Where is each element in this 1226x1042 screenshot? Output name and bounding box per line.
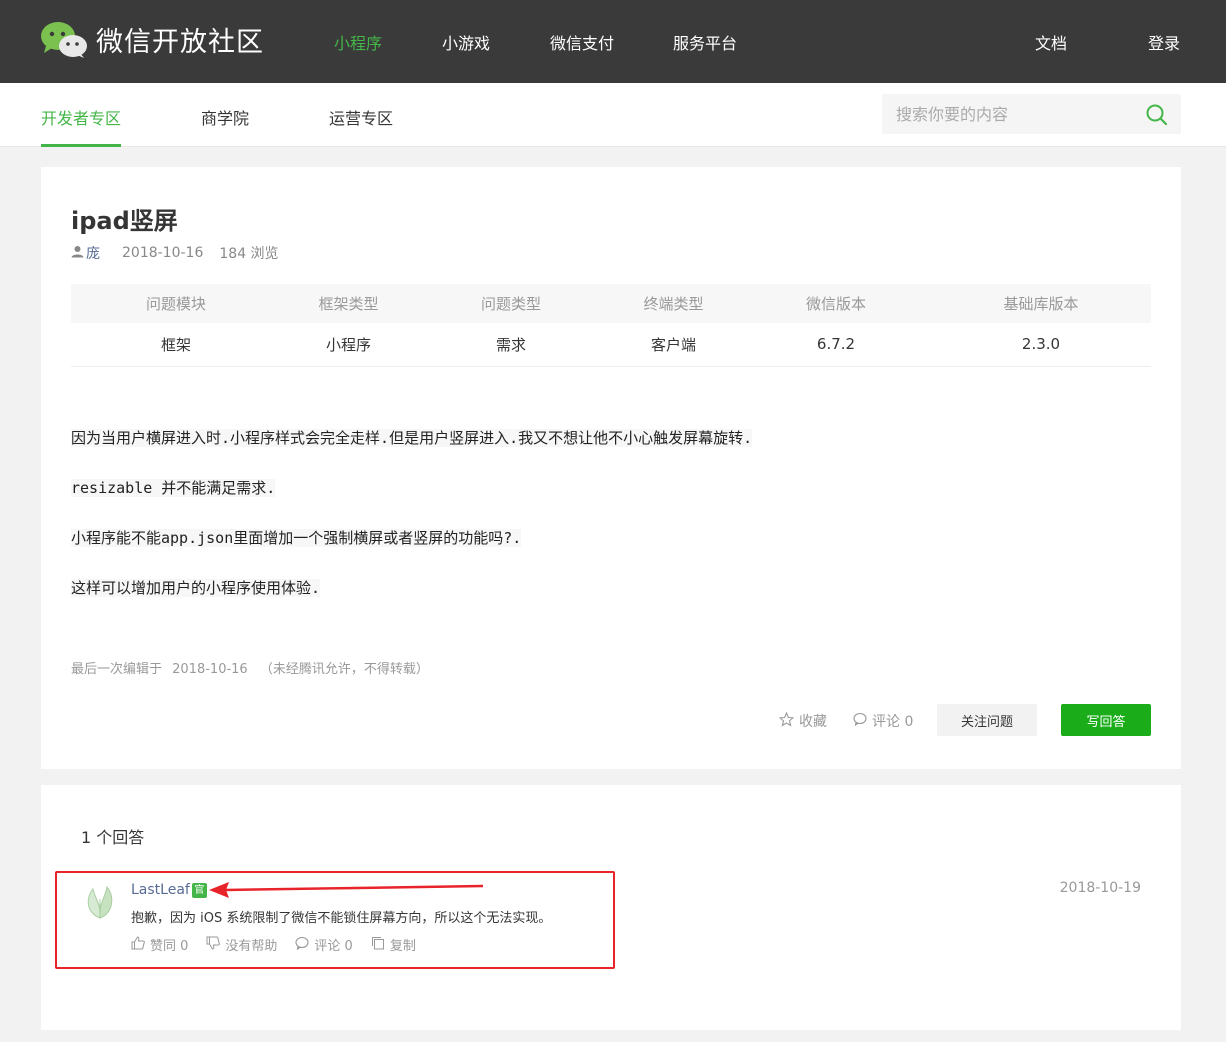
question-author[interactable]: 庞	[86, 243, 100, 263]
question-card: ipad竖屏 庞 2018-10-16 184 浏览 问题模块 框架类型 问题类…	[41, 167, 1181, 769]
body-text-3: 小程序能不能app.json里面增加一个强制横屏或者竖屏的功能吗?.	[71, 529, 522, 547]
question-meta: 庞 2018-10-16 184 浏览	[71, 243, 279, 263]
info-table-row: 框架 小程序 需求 客户端 6.7.2 2.3.0	[71, 323, 1151, 367]
favorite-button[interactable]: 收藏	[778, 711, 827, 731]
edited-label: 最后一次编辑于	[71, 662, 163, 677]
answer-count: 1 个回答	[81, 828, 145, 847]
value-framework: 小程序	[281, 323, 416, 367]
header-module: 问题模块	[71, 284, 281, 323]
header-terminal-type: 终端类型	[606, 284, 741, 323]
comment-label: 评论 0	[872, 714, 914, 730]
value-wechat-version: 6.7.2	[741, 323, 931, 367]
value-question-type: 需求	[416, 323, 606, 367]
star-icon	[778, 711, 799, 731]
follow-question-button[interactable]: 关注问题	[937, 704, 1037, 736]
search-input[interactable]	[896, 103, 1126, 125]
top-bar: 微信开放社区 小程序 小游戏 微信支付 服务平台 文档 登录	[0, 0, 1226, 83]
user-icon	[71, 245, 84, 262]
nav-docs[interactable]: 文档	[1035, 30, 1067, 54]
edit-info: 最后一次编辑于 2018-10-16 （未经腾讯允许，不得转载）	[71, 658, 429, 677]
value-module: 框架	[71, 323, 281, 367]
answer-date: 2018-10-19	[1059, 880, 1141, 896]
annotation-arrow-icon	[209, 882, 484, 898]
question-views: 184 浏览	[219, 246, 279, 262]
active-tab-indicator	[41, 144, 121, 147]
body-text-1: 因为当用户横屏进入时.小程序样式会完全走样.但是用户竖屏进入.我又不想让他不小心…	[71, 429, 753, 447]
sub-nav: 开发者专区 商学院 运营专区	[0, 83, 1226, 147]
header-framework: 框架类型	[281, 284, 416, 323]
header-question-type: 问题类型	[416, 284, 606, 323]
value-terminal-type: 客户端	[606, 323, 741, 367]
tab-developer-zone[interactable]: 开发者专区	[41, 105, 121, 129]
search-box	[882, 94, 1181, 134]
search-icon[interactable]	[1145, 103, 1169, 127]
nav-minigame[interactable]: 小游戏	[442, 30, 490, 54]
body-paragraph: 小程序能不能app.json里面增加一个强制横屏或者竖屏的功能吗?.	[71, 529, 1151, 548]
nav-miniprogram[interactable]: 小程序	[334, 30, 382, 54]
value-lib-version: 2.3.0	[931, 323, 1151, 367]
comment-button[interactable]: 评论 0	[853, 711, 913, 731]
question-body: 因为当用户横屏进入时.小程序样式会完全走样.但是用户竖屏进入.我又不想让他不小心…	[71, 429, 1151, 629]
info-table-header: 问题模块 框架类型 问题类型 终端类型 微信版本 基础库版本	[71, 284, 1151, 323]
question-info-table: 问题模块 框架类型 问题类型 终端类型 微信版本 基础库版本 框架 小程序 需求…	[71, 284, 1151, 367]
edited-date: 2018-10-16	[172, 662, 248, 677]
site-name: 微信开放社区	[96, 27, 264, 58]
question-date: 2018-10-16	[122, 245, 204, 261]
nav-wechat-pay[interactable]: 微信支付	[550, 30, 614, 54]
tab-business-school[interactable]: 商学院	[201, 105, 249, 129]
tab-operations-zone[interactable]: 运营专区	[329, 105, 393, 129]
body-text-4: 这样可以增加用户的小程序使用体验.	[71, 579, 321, 597]
body-paragraph: 因为当用户横屏进入时.小程序样式会完全走样.但是用户竖屏进入.我又不想让他不小心…	[71, 429, 1151, 448]
wechat-logo-icon	[40, 21, 88, 59]
question-title: ipad竖屏	[71, 207, 178, 235]
favorite-label: 收藏	[799, 714, 827, 730]
comment-icon	[853, 712, 872, 730]
body-paragraph: resizable 并不能满足需求.	[71, 479, 1151, 498]
site-logo[interactable]: 微信开放社区	[40, 20, 264, 59]
body-text-2: resizable 并不能满足需求.	[71, 479, 276, 497]
nav-service-platform[interactable]: 服务平台	[673, 30, 737, 54]
login-link[interactable]: 登录	[1148, 30, 1180, 54]
question-actions: 收藏 评论 0 关注问题 写回答	[41, 704, 1181, 736]
header-wechat-version: 微信版本	[741, 284, 931, 323]
copyright-note: （未经腾讯允许，不得转载）	[259, 662, 429, 677]
body-paragraph: 这样可以增加用户的小程序使用体验.	[71, 579, 1151, 598]
header-lib-version: 基础库版本	[931, 284, 1151, 323]
write-answer-button[interactable]: 写回答	[1061, 704, 1151, 736]
